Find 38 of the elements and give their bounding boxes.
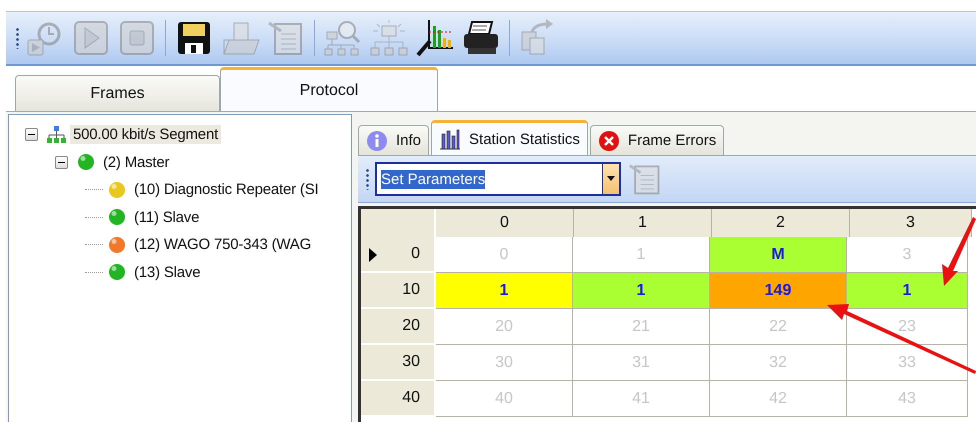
column-header: 0 — [436, 209, 574, 237]
tab[interactable]: Station Statistics — [431, 120, 588, 155]
tree-item[interactable]: (2) Master — [100, 152, 172, 172]
tab[interactable]: Frame Errors — [590, 125, 724, 155]
row-number: 0 — [411, 245, 420, 263]
tab[interactable]: Info — [358, 125, 430, 155]
row-number: 10 — [402, 281, 420, 299]
station-cell[interactable]: 1 — [436, 273, 573, 309]
tab[interactable]: Frames — [15, 75, 220, 111]
station-cell[interactable]: 149 — [710, 273, 847, 309]
bar-chart-icon — [439, 128, 462, 150]
row-number: 20 — [402, 317, 420, 335]
column-header: 2 — [712, 209, 850, 237]
tab[interactable]: Protocol — [220, 67, 438, 111]
chart-wrench-icon[interactable] — [415, 18, 455, 58]
tree-item[interactable]: (12) WAGO 750-343 (WAG — [131, 235, 314, 254]
dropdown-caret-icon[interactable] — [602, 164, 619, 194]
row-number: 40 — [402, 389, 420, 407]
toolbar-grip[interactable] — [16, 27, 19, 49]
tree-item[interactable]: 500.00 kbit/s Segment — [70, 125, 222, 144]
toolbar-grip[interactable] — [366, 168, 369, 190]
collapse-toggle[interactable] — [25, 128, 38, 142]
command-dropdown[interactable]: Set Parameters — [375, 162, 621, 196]
row-number: 30 — [402, 353, 420, 371]
error-icon — [598, 130, 620, 152]
collapse-toggle[interactable] — [55, 156, 68, 169]
column-header: 1 — [574, 209, 712, 237]
annotation-arrow — [942, 217, 976, 286]
station-cell[interactable]: 1 — [847, 273, 968, 309]
tree-item[interactable]: (13) Slave — [131, 262, 204, 282]
network-segment-icon — [46, 124, 66, 145]
column-header: 3 — [850, 209, 972, 237]
station-cell[interactable]: M — [710, 237, 847, 273]
info-icon — [366, 130, 388, 152]
tree-item[interactable]: (11) Slave — [131, 208, 202, 227]
tree-item[interactable]: (10) Diagnostic Repeater (SI — [131, 180, 322, 200]
current-row-icon — [369, 248, 377, 262]
station-cell[interactable]: 1 — [573, 273, 710, 309]
